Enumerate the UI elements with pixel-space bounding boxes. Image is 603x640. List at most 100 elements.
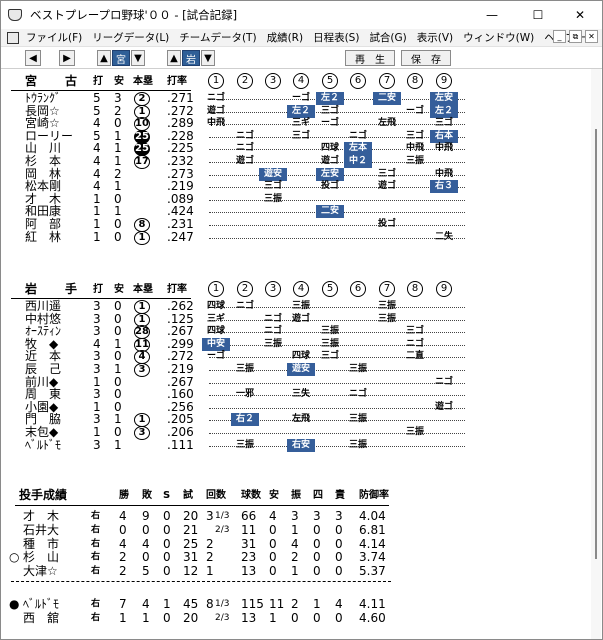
plate-appearance: 三振 [377, 301, 396, 311]
menu-window[interactable]: ウィンドウ(W) [458, 30, 539, 45]
pitcher-hand: 右 [91, 524, 101, 535]
pitcher-ip: 2 [206, 550, 214, 565]
plate-appearance: ニゴ [405, 338, 424, 349]
close-button[interactable]: ✕ [557, 1, 603, 29]
plate-appearance: 三振 [348, 364, 367, 374]
plate-appearance: 三失 [291, 389, 310, 400]
pitcher-k: 1 [291, 564, 299, 579]
pitcher-ip: 2 [206, 536, 214, 551]
mdi-minimize-button[interactable]: _ [553, 30, 566, 43]
pitcher-s: 0 [163, 550, 171, 565]
plate-appearance: 三ゴ [263, 181, 282, 192]
menu-file[interactable]: ファイル(F) [21, 30, 87, 45]
pitcher-name: 才 木 [23, 509, 60, 523]
inning-header: 2 [237, 73, 253, 89]
prev-game-button[interactable]: ◀ [25, 50, 41, 66]
minimize-button[interactable]: — [469, 1, 515, 29]
inning-header: 3 [265, 281, 281, 297]
plate-appearance: 左飛 [377, 118, 396, 129]
pitcher-w: 4 [119, 536, 127, 551]
col-header-hits: 安 [114, 284, 124, 295]
player-name: 紅 林 [25, 229, 62, 244]
pitcher-s: 0 [163, 536, 171, 551]
pitcher-k: 1 [291, 522, 299, 537]
inning-header: 5 [322, 281, 338, 297]
team2-down-button[interactable]: ▼ [201, 50, 215, 66]
vertical-scrollbar[interactable] [591, 69, 601, 639]
next-game-button[interactable]: ▶ [59, 50, 75, 66]
menu-schedule[interactable]: 日程表(S) [308, 30, 364, 45]
col-header-ab: 打 [93, 76, 103, 87]
at-bat-leader [209, 225, 465, 226]
mdi-close-button[interactable]: ✕ [585, 30, 598, 43]
col-header-hits: 安 [114, 76, 124, 87]
menu-view[interactable]: 表示(V) [412, 30, 458, 45]
team2-select-button[interactable]: 岩 [182, 50, 200, 66]
pitcher-hand: 右 [91, 552, 101, 563]
maximize-button[interactable]: ☐ [515, 1, 561, 29]
pitcher-np: 11 [241, 522, 257, 537]
pitcher-g: 12 [183, 564, 199, 579]
menu-game[interactable]: 試合(G) [364, 30, 411, 45]
pitcher-ip-fraction: 2/3 [215, 612, 230, 623]
pitching-col-header: 振 [291, 490, 301, 501]
toolbar: ◀ ▶ ▲ 宮 ▼ ▲ 岩 ▼ 再 生 保 存 [1, 47, 602, 69]
player-hr-badge: 1 [134, 230, 150, 245]
plate-appearance: 三ゴ [320, 105, 339, 116]
pitcher-l: 5 [142, 564, 150, 579]
plate-appearance: 右３ [430, 180, 458, 194]
pitcher-g: 20 [183, 509, 199, 523]
plate-appearance: 遊安 [287, 363, 315, 376]
pitcher-er: 0 [335, 610, 343, 625]
plate-appearance: 二安 [373, 92, 401, 105]
save-button[interactable]: 保 存 [401, 50, 451, 66]
team2-up-button[interactable]: ▲ [167, 50, 181, 66]
pitching-col-header: 責 [335, 490, 345, 501]
pitcher-np: 13 [241, 610, 257, 625]
app-window: ベストプレープロ野球'００ - [試合記録] — ☐ ✕ ファイル(F) リーグ… [0, 0, 603, 640]
pitcher-name: 西 舘 [23, 610, 60, 625]
pitcher-g: 20 [183, 610, 199, 625]
menu-league-data[interactable]: リーグデータ(L) [87, 30, 174, 45]
team1-select-button[interactable]: 宮 [112, 50, 130, 66]
mdi-restore-button[interactable]: ⧉ [569, 30, 582, 43]
player-hr-badge: 2 [134, 92, 150, 106]
pitcher-bb: 0 [313, 550, 321, 565]
plate-appearance: 三ゴ [405, 130, 424, 141]
plate-appearance: 一邪 [235, 389, 254, 400]
at-bat-leader [209, 407, 465, 409]
inning-header: 4 [293, 73, 309, 89]
pitcher-hand: 右 [91, 599, 101, 609]
plate-appearance: 三振 [235, 439, 254, 450]
pitcher-bb: 0 [313, 610, 321, 625]
inning-header: 4 [293, 281, 309, 297]
plate-appearance: 左２ [287, 104, 315, 118]
plate-appearance: 三ギ [206, 313, 225, 324]
pitcher-l: 9 [142, 509, 150, 523]
pitcher-era: 4.60 [359, 610, 386, 625]
menu-team-data[interactable]: チームデータ(T) [174, 30, 261, 45]
team1-down-button[interactable]: ▼ [131, 50, 145, 66]
menu-stats[interactable]: 成績(R) [262, 30, 309, 45]
plate-appearance: 中飛 [206, 118, 225, 129]
pitcher-s: 0 [163, 564, 171, 579]
pitcher-l: 4 [142, 536, 150, 551]
plate-appearance: 中安 [202, 337, 230, 351]
plate-appearance: 右安 [287, 438, 315, 452]
scrollbar-thumb[interactable] [595, 129, 597, 559]
pitcher-np: 115 [241, 597, 264, 611]
plate-appearance: 三ギ [291, 118, 310, 129]
inning-header: 1 [208, 73, 224, 89]
document-icon[interactable] [7, 31, 19, 44]
plate-appearance: 三振 [348, 439, 367, 450]
plate-appearance: ニゴ [235, 301, 254, 311]
replay-button[interactable]: 再 生 [345, 50, 395, 66]
pitching-col-header: 球数 [241, 490, 261, 501]
plate-appearance: ーゴ [320, 118, 339, 129]
team1-up-button[interactable]: ▲ [97, 50, 111, 66]
pitching-col-header: 安 [269, 490, 279, 501]
plate-appearance: 投ゴ [320, 181, 339, 192]
pitcher-k: 0 [291, 610, 299, 625]
pitching-col-header: 四 [313, 490, 323, 501]
pitcher-np: 31 [241, 536, 257, 551]
